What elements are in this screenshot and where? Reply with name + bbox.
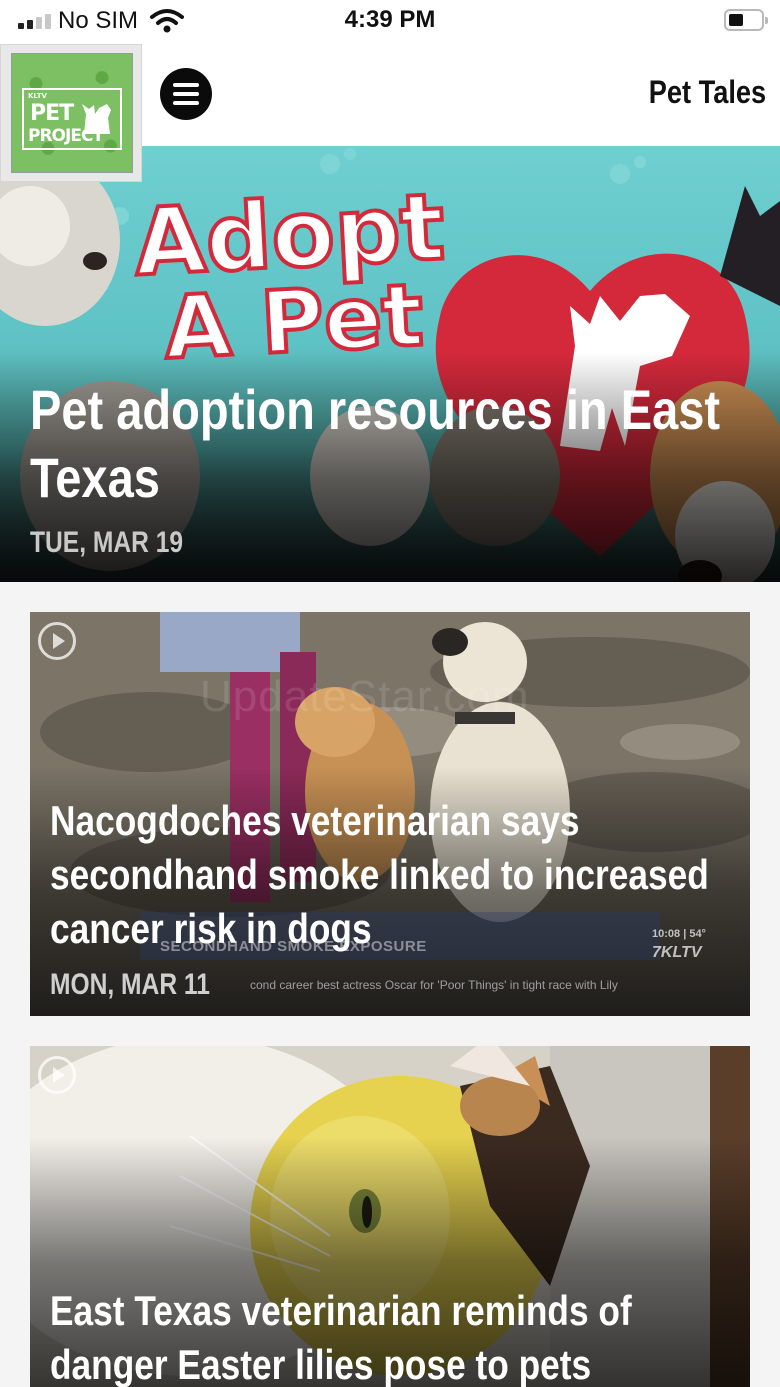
play-video-icon[interactable] — [38, 622, 76, 660]
article-title[interactable]: Nacogdoches veterinarian says secondhand… — [50, 794, 747, 956]
watermark-text: UpdateStar.com — [200, 672, 530, 721]
cat-dog-icon — [82, 104, 111, 134]
clock: 4:39 PM — [344, 6, 436, 33]
logo-station-text: KLTV — [28, 92, 47, 100]
article-title[interactable]: East Texas veterinarian reminds of dange… — [50, 1284, 747, 1387]
logo-text-pet: PET — [30, 101, 74, 126]
pet-project-logo[interactable]: KLTV PET PROJECT — [0, 44, 142, 182]
logo-image: KLTV PET PROJECT — [11, 53, 133, 173]
article-date: MON, MAR 11 — [50, 968, 210, 1001]
hero-date: TUE, MAR 19 — [30, 526, 184, 559]
battery-icon — [724, 9, 768, 31]
article-card[interactable]: East Texas veterinarian reminds of dange… — [30, 1046, 750, 1387]
menu-button[interactable] — [160, 68, 212, 120]
hero-title[interactable]: Pet adoption resources in East Texas — [30, 376, 769, 512]
hero-article[interactable]: Adopt A Pet Pet adoption resources in Ea… — [0, 146, 780, 582]
app-screen: No SIM 4:39 PM KLTV PET PROJECT Pet Tale… — [0, 0, 780, 1387]
play-video-icon[interactable] — [38, 1056, 76, 1094]
article-card[interactable]: UpdateStar.com SECONDHAND SMOKE EXPOSURE… — [30, 612, 750, 1016]
logo-badge: KLTV PET PROJECT — [22, 88, 122, 150]
app-header: KLTV PET PROJECT Pet Tales — [0, 44, 780, 182]
page-title: Pet Tales — [648, 74, 766, 110]
status-bar: No SIM 4:39 PM — [0, 0, 780, 44]
